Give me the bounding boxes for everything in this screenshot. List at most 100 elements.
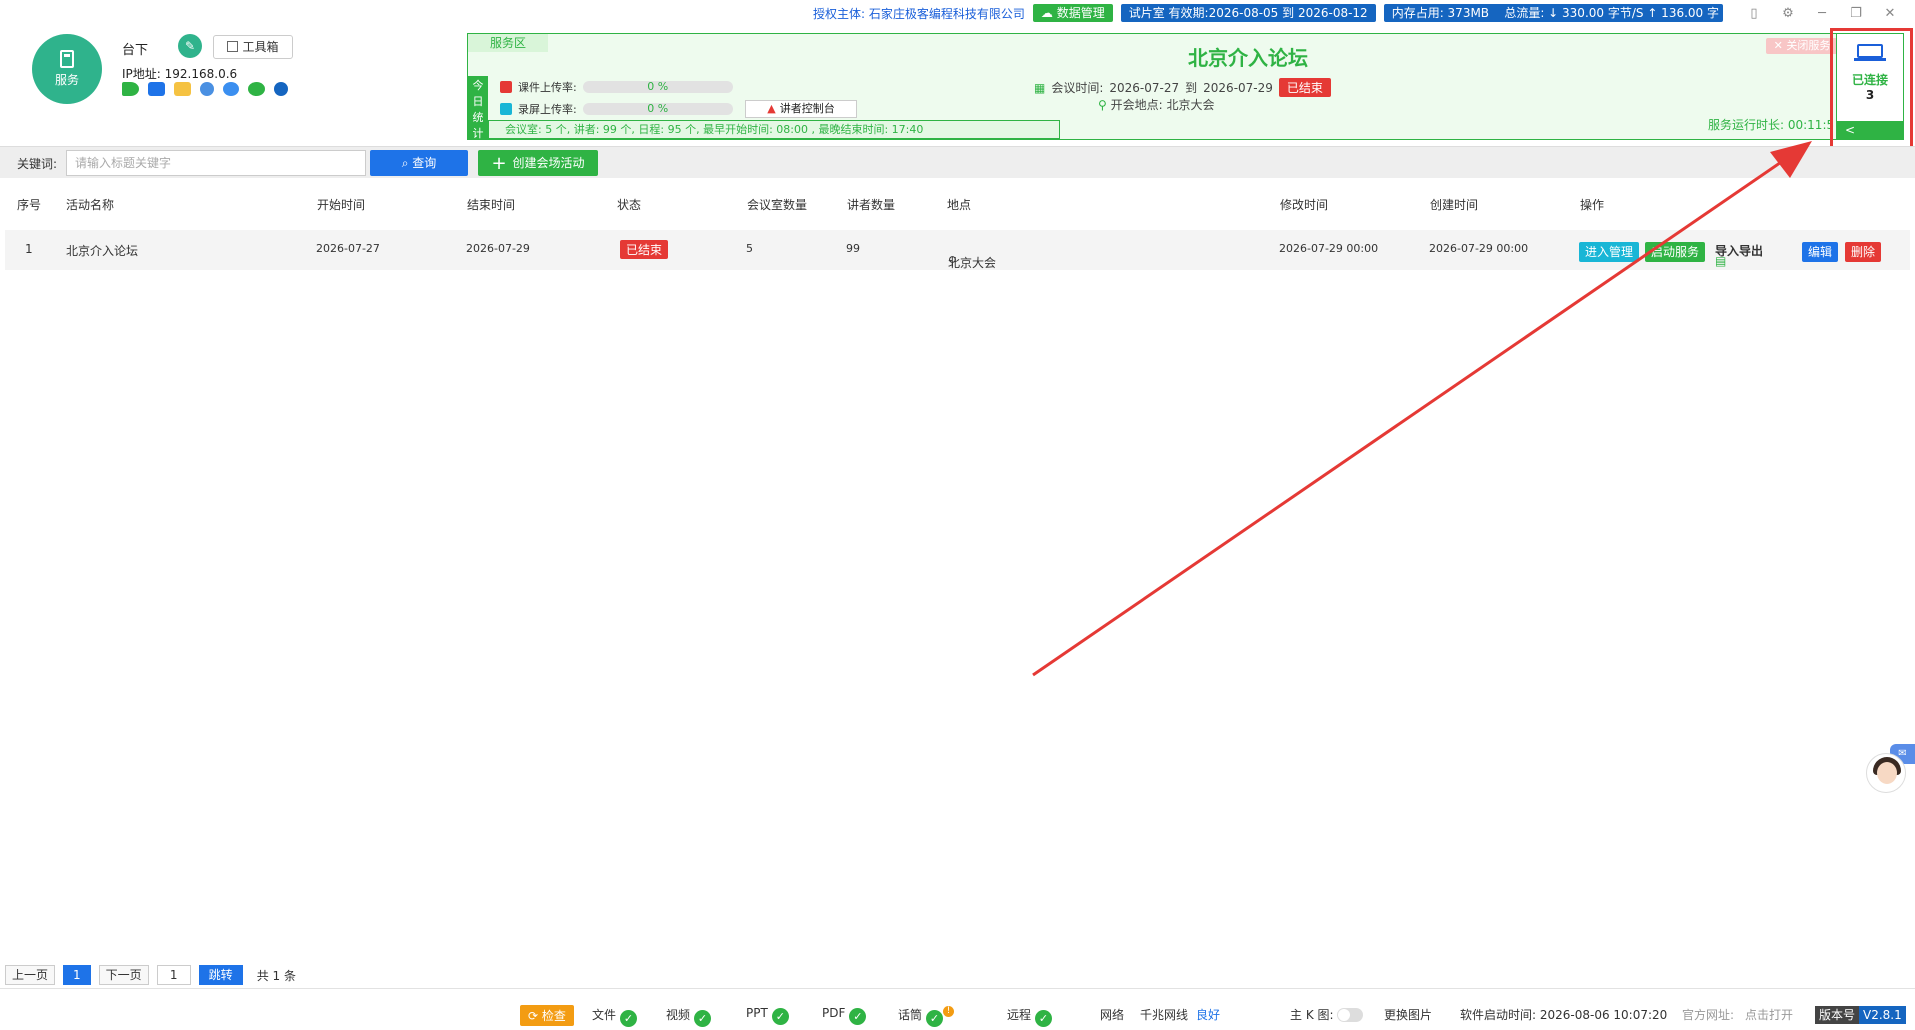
jump-button[interactable]: 跳转 bbox=[198, 965, 243, 985]
search-icon: ⌕ bbox=[401, 156, 409, 170]
globe-icon[interactable] bbox=[223, 82, 239, 96]
status-badge: 已结束 bbox=[1278, 78, 1331, 97]
pdf-label: PDF bbox=[822, 1006, 846, 1020]
today-stats: 会议室: 5 个, 讲者: 99 个, 日程: 95 个, 最早开始时间: 08… bbox=[488, 120, 1060, 139]
start-service-button[interactable]: 启动服务 bbox=[1645, 242, 1706, 262]
file-label: 文件 bbox=[592, 1008, 617, 1022]
network-type: 千兆网线 bbox=[1140, 1008, 1189, 1022]
version-number: V2.8.1 bbox=[1859, 1006, 1906, 1024]
check-icon: ✓ bbox=[771, 1008, 789, 1025]
table-row[interactable]: 1 北京介入论坛 2026-07-27 2026-07-29 已结束 5 99 … bbox=[5, 230, 1910, 270]
row-location-text: 北京大会 bbox=[948, 256, 997, 270]
trial-info: 试片室 有效期:2026-08-05 到 2026-08-12 bbox=[1120, 4, 1376, 22]
meeting-location-text: 开会地点: 北京大会 bbox=[1110, 98, 1215, 112]
query-label: 查询 bbox=[412, 156, 437, 170]
meeting-start: 2026-07-27 bbox=[1109, 80, 1180, 95]
kmap-switch[interactable] bbox=[1337, 1008, 1364, 1022]
traffic-usage: 总流量: ↓ 330.00 字节/S ↑ 136.00 字 bbox=[1504, 6, 1719, 20]
close-icon[interactable]: ✕ bbox=[1883, 6, 1897, 21]
app-window: 授权主体: 石家庄极客编程科技有限公司 ☁ 数据管理 试片室 有效期:2026-… bbox=[0, 0, 1915, 1030]
row-status-badge: 已结束 bbox=[620, 240, 669, 259]
edit-button[interactable]: 编辑 bbox=[1802, 242, 1839, 262]
calendar-icon: ▦ bbox=[1034, 80, 1046, 95]
meeting-location: ⚲ 开会地点: 北京大会 bbox=[1098, 96, 1214, 113]
avatar-label: 服务 bbox=[54, 73, 79, 87]
video-icon bbox=[500, 103, 512, 115]
settings-icon[interactable]: ⚙ bbox=[1781, 6, 1795, 21]
website-link[interactable]: 点击打开 bbox=[1745, 1006, 1793, 1023]
search-input[interactable] bbox=[66, 150, 366, 176]
window-controls: ▯ ⚙ ─ ❐ ✕ bbox=[1747, 6, 1897, 21]
create-event-button[interactable]: + 创建会场活动 bbox=[478, 150, 598, 176]
excel-icon: ▤ bbox=[1715, 254, 1727, 268]
minimize-icon[interactable]: ─ bbox=[1815, 6, 1829, 21]
meeting-end: 2026-07-29 bbox=[1203, 80, 1273, 95]
auth-company: 石家庄极客编程科技有限公司 bbox=[868, 6, 1025, 21]
col-end: 结束时间 bbox=[467, 198, 516, 212]
assistant-avatar[interactable] bbox=[1866, 753, 1906, 793]
meeting-to: 到 bbox=[1185, 81, 1198, 95]
grid-icon bbox=[227, 41, 239, 52]
col-created: 创建时间 bbox=[1430, 198, 1479, 212]
monitor-icon[interactable] bbox=[148, 82, 165, 96]
prev-page-button[interactable]: 上一页 bbox=[5, 965, 56, 985]
launch-time: 软件启动时间: 2026-08-06 10:07:20 bbox=[1460, 1008, 1668, 1022]
ppt-status: PPT ✓ bbox=[746, 1006, 789, 1025]
row-end: 2026-07-29 bbox=[466, 242, 530, 255]
folder-icon[interactable] bbox=[174, 82, 191, 96]
pdf-status: PDF ✓ bbox=[822, 1006, 867, 1025]
courseware-label: 课件上传率: bbox=[518, 81, 577, 94]
kmap-label: 主 K 图: bbox=[1290, 1008, 1334, 1022]
row-name: 北京介入论坛 bbox=[66, 244, 139, 258]
toolbox-label: 工具箱 bbox=[242, 40, 279, 54]
check-button[interactable]: ⟳ 检查 bbox=[520, 1005, 574, 1026]
resource-usage: 内存占用: 373MB 总流量: ↓ 330.00 字节/S ↑ 136.00 … bbox=[1383, 4, 1723, 22]
video-status: 视频 ✓ bbox=[666, 1006, 712, 1027]
col-status: 状态 bbox=[617, 198, 642, 212]
mic-status: 话筒 ✓! bbox=[898, 1006, 955, 1027]
row-start: 2026-07-27 bbox=[316, 242, 380, 255]
help-icon[interactable]: ▯ bbox=[1747, 6, 1761, 21]
event-title: 北京介入论坛 bbox=[1188, 46, 1308, 70]
kmap-toggle[interactable]: 主 K 图: bbox=[1290, 1006, 1364, 1023]
plus-icon: + bbox=[491, 153, 507, 174]
version-label: 版本号 bbox=[1815, 1006, 1860, 1024]
search-bar: 关键词: ⌕ 查询 + 创建会场活动 bbox=[0, 146, 1915, 178]
version-badge: 版本号 V2.8.1 bbox=[1815, 1006, 1906, 1024]
page-input[interactable]: 1 bbox=[156, 965, 191, 985]
location-pin-icon: ⚲ bbox=[1098, 98, 1107, 112]
row-rooms: 5 bbox=[746, 242, 753, 255]
current-page[interactable]: 1 bbox=[63, 965, 91, 985]
chrome-icon[interactable] bbox=[200, 82, 214, 96]
remote-status: 远程 ✓ bbox=[1007, 1006, 1053, 1027]
assistant-face bbox=[1877, 762, 1897, 784]
toolbox-button[interactable]: 工具箱 bbox=[213, 35, 293, 59]
speaker-console-button[interactable]: ▲ 讲者控制台 bbox=[745, 100, 857, 118]
wechat-icon[interactable] bbox=[248, 82, 265, 96]
check-icon: ✓ bbox=[620, 1010, 638, 1027]
ip-address: IP地址: 192.168.0.6 bbox=[122, 67, 238, 81]
file-status: 文件 ✓ bbox=[592, 1006, 638, 1027]
row-created: 2026-07-29 00:00 bbox=[1429, 242, 1529, 255]
check-label: 检查 bbox=[541, 1009, 566, 1023]
table-header: 序号 活动名称 开始时间 结束时间 状态 会议室数量 讲者数量 地点 修改时间 … bbox=[0, 196, 1915, 216]
avatar[interactable]: 服务 bbox=[32, 34, 102, 104]
speaker-icon[interactable] bbox=[122, 82, 139, 96]
data-management-button[interactable]: ☁ 数据管理 bbox=[1032, 4, 1113, 22]
website-label: 官方网址: bbox=[1682, 1008, 1735, 1022]
qq-icon[interactable] bbox=[274, 82, 288, 96]
change-image-button[interactable]: 更换图片 bbox=[1384, 1006, 1432, 1023]
warning-icon: ! bbox=[943, 1006, 955, 1017]
check-icon: ✓ bbox=[1035, 1010, 1053, 1027]
query-button[interactable]: ⌕ 查询 bbox=[370, 150, 468, 176]
edit-profile-icon[interactable]: ✎ bbox=[178, 34, 202, 58]
delete-button[interactable]: 删除 bbox=[1845, 242, 1882, 262]
close-service-button[interactable]: ✕ 关闭服务 bbox=[1766, 38, 1838, 54]
enter-management-button[interactable]: 进入管理 bbox=[1579, 242, 1640, 262]
import-export-button[interactable]: ▤ 导入导出 bbox=[1715, 242, 1763, 268]
col-name: 活动名称 bbox=[66, 198, 115, 212]
restore-icon[interactable]: ❐ bbox=[1849, 6, 1863, 21]
keyword-label: 关键词: bbox=[17, 157, 58, 171]
next-page-button[interactable]: 下一页 bbox=[98, 965, 149, 985]
network-quality: 良好 bbox=[1196, 1008, 1221, 1022]
